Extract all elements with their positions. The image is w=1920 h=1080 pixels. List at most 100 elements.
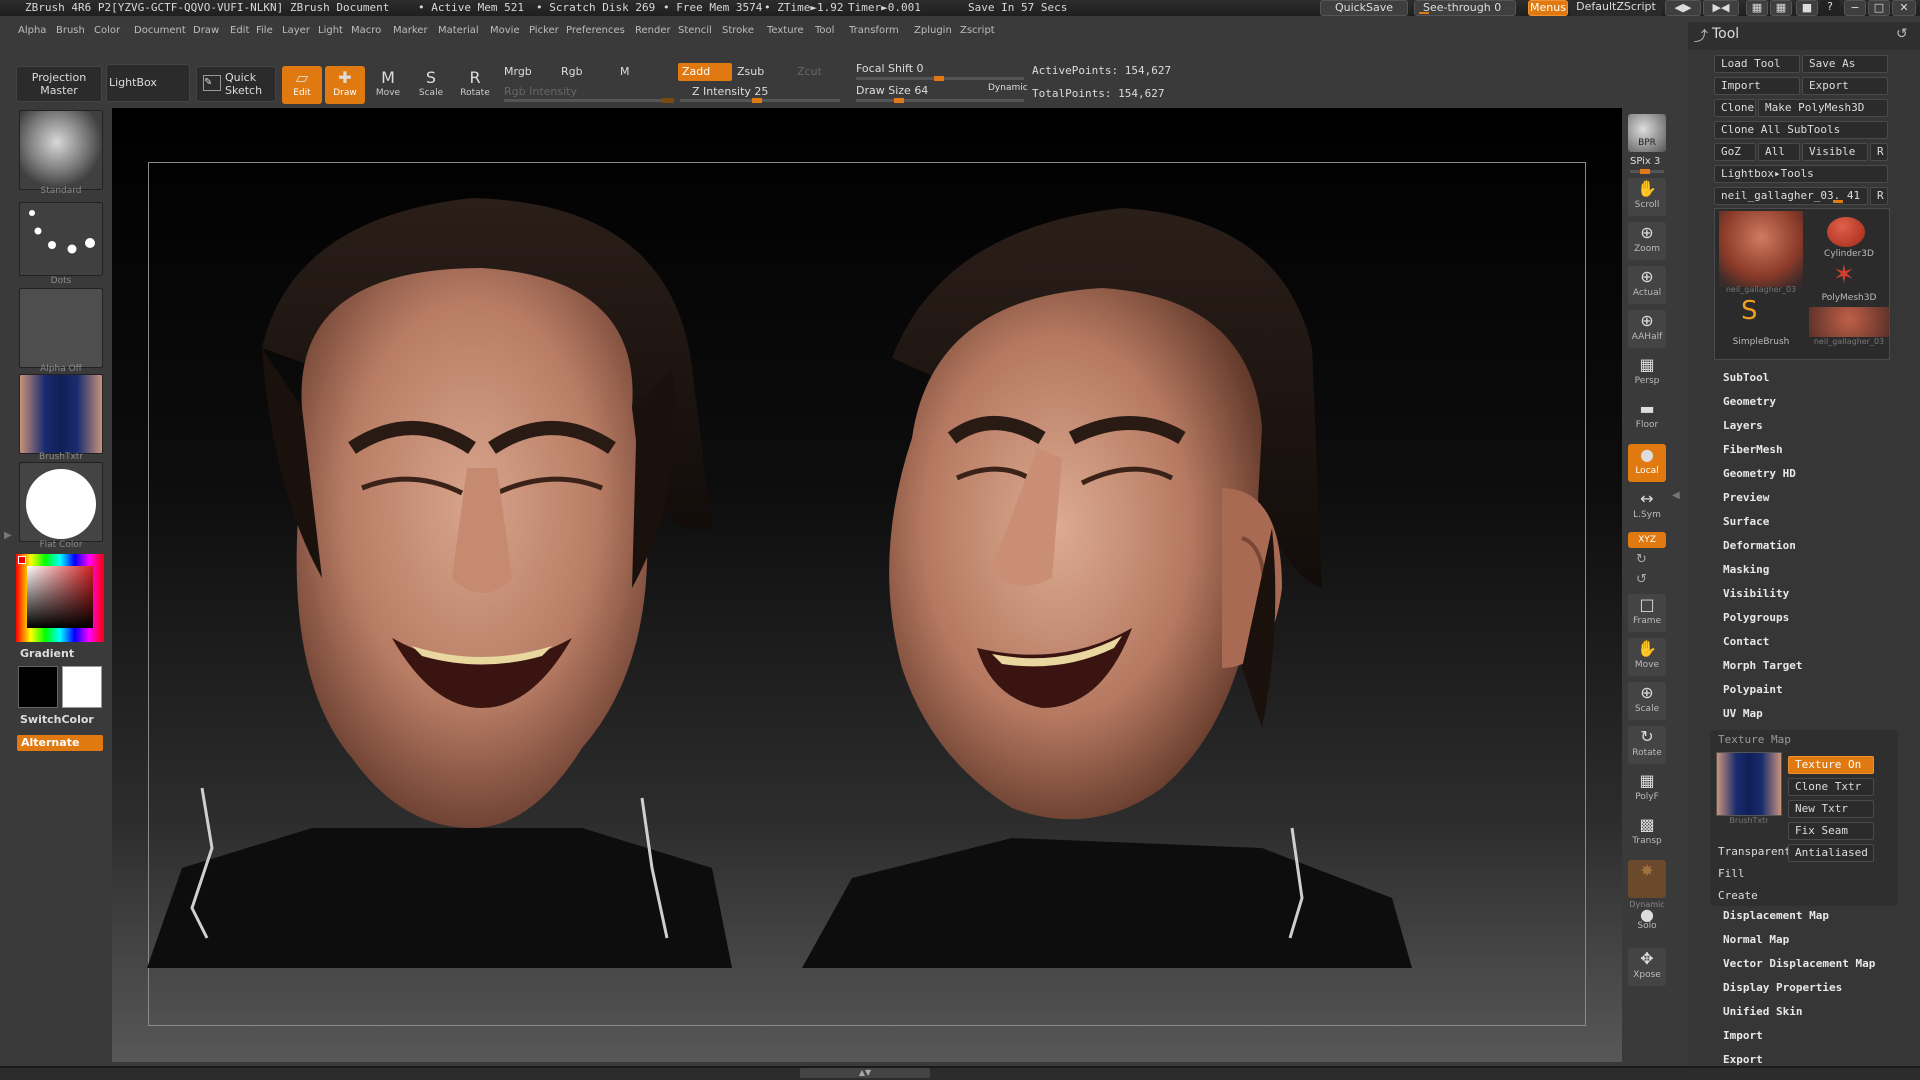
frame-button[interactable]: □ Frame [1628,594,1666,632]
menu-geometry[interactable]: Geometry [1723,395,1776,408]
refresh-icon[interactable]: ↺ [1896,26,1908,42]
export-button[interactable]: Export [1802,77,1888,95]
menu-masking[interactable]: Masking [1723,563,1769,576]
material-thumbnail[interactable] [19,462,103,542]
right-tray-collapse-icon[interactable]: ◀ [1672,490,1680,550]
clone-button[interactable]: Clone [1714,99,1756,117]
menu-brush[interactable]: Brush [56,25,85,36]
menu-movie[interactable]: Movie [490,25,520,36]
draw-size-slider[interactable] [856,98,1024,103]
menu-geometry-hd[interactable]: Geometry HD [1723,467,1796,480]
rotate-button[interactable]: R Rotate [455,66,495,104]
draw-button[interactable]: ✚ Draw [325,66,365,104]
menu-vector-displacement-map[interactable]: Vector Displacement Map [1723,957,1875,970]
goz-all-button[interactable]: All [1758,143,1800,161]
document-canvas[interactable] [112,108,1622,1062]
primary-color-swatch[interactable] [18,666,58,708]
scale-button[interactable]: S Scale [411,66,451,104]
stroke-thumbnail[interactable] [19,202,103,276]
fill-button[interactable]: Fill [1712,866,1874,884]
actual-button[interactable]: ⊕ Actual [1628,266,1666,304]
menu-deformation[interactable]: Deformation [1723,539,1796,552]
ghost-button[interactable]: ✸ [1628,860,1666,898]
menu-marker[interactable]: Marker [393,25,428,36]
menu-preview[interactable]: Preview [1723,491,1769,504]
move-view-button[interactable]: ✋ Move [1628,638,1666,676]
left-tray-collapse-icon[interactable]: ▶ [4,530,12,590]
texture-on-button[interactable]: Texture On [1788,756,1874,774]
menu-export-sub[interactable]: Export [1723,1053,1763,1066]
menu-normal-map[interactable]: Normal Map [1723,933,1789,946]
tool-thumb-cylinder[interactable] [1827,217,1865,247]
brush-thumbnail[interactable] [19,110,103,190]
lsym-button[interactable]: ↔ L.Sym [1628,488,1666,526]
menu-file[interactable]: File [256,25,273,36]
menu-layer[interactable]: Layer [282,25,310,36]
zadd-button[interactable]: Zadd [678,63,732,81]
menu-subtool[interactable]: SubTool [1723,371,1769,384]
tool-thumb-simplebrush-icon[interactable]: S [1741,297,1758,325]
quicksave-button[interactable]: QuickSave [1320,0,1408,16]
layout-right-icon[interactable]: ▶◀ [1703,0,1739,16]
focal-shift-slider[interactable] [856,76,1024,81]
minimize-icon[interactable]: − [1844,0,1866,16]
alpha-thumbnail[interactable] [19,288,103,368]
menu-color[interactable]: Color [94,25,120,36]
rotate-y-icon[interactable]: ↻ [1636,552,1647,567]
menu-render[interactable]: Render [635,25,671,36]
create-button[interactable]: Create [1712,888,1874,906]
mrgb-button[interactable]: Mrgb [504,65,532,78]
menu-surface[interactable]: Surface [1723,515,1769,528]
menu-edit[interactable]: Edit [230,25,249,36]
switchcolor-button[interactable]: SwitchColor [20,713,94,726]
color-picker-square[interactable] [27,566,93,628]
save-as-button[interactable]: Save As [1802,55,1888,73]
goz-button[interactable]: GoZ [1714,143,1756,161]
model-viewport[interactable] [112,108,1622,1062]
z-intensity-slider[interactable] [680,98,840,103]
pin-icon[interactable]: ⤴ [1694,26,1708,46]
zoom-button[interactable]: ⊕ Zoom [1628,222,1666,260]
tool-thumb-polymesh-star-icon[interactable]: ✶ [1833,261,1855,289]
spix-label[interactable]: SPix 3 [1630,156,1660,167]
default-zscript-button[interactable]: DefaultZScript [1570,0,1662,16]
rotate-z-icon[interactable]: ↺ [1636,572,1647,587]
menu-import-sub[interactable]: Import [1723,1029,1763,1042]
quick-sketch-button[interactable]: ✎ Quick Sketch [196,66,276,102]
menu-polypaint[interactable]: Polypaint [1723,683,1783,696]
solo-button[interactable]: Dynamic ● Solo [1628,900,1666,938]
menu-preferences[interactable]: Preferences [566,25,625,36]
texture-thumbnail[interactable] [19,374,103,454]
menu-contact[interactable]: Contact [1723,635,1769,648]
zcut-button[interactable]: Zcut [797,65,822,78]
load-tool-button[interactable]: Load Tool [1714,55,1800,73]
see-through-slider[interactable]: See-through 0 [1414,0,1516,16]
layout-icon-3[interactable]: ■ [1796,0,1818,16]
bottom-tray-toggle-icon[interactable]: ▲▼ [800,1068,930,1078]
menu-tool[interactable]: Tool [815,25,834,36]
clone-all-subtools-button[interactable]: Clone All SubTools [1714,121,1888,139]
layout-icon-1[interactable]: ▦ [1746,0,1768,16]
menu-polygroups[interactable]: Polygroups [1723,611,1789,624]
persp-button[interactable]: ▦ Persp [1628,354,1666,392]
menu-displacement-map[interactable]: Displacement Map [1723,909,1829,922]
gradient-label[interactable]: Gradient [20,647,74,660]
projection-master-button[interactable]: Projection Master [16,66,102,102]
alternate-button[interactable]: Alternate [17,735,103,751]
menu-stencil[interactable]: Stencil [678,25,712,36]
tool-palette-header[interactable]: ⤴ Tool ↺ [1688,22,1920,50]
secondary-color-swatch[interactable] [62,666,102,708]
transp-button[interactable]: ▩ Transp [1628,814,1666,852]
import-button[interactable]: Import [1714,77,1800,95]
new-txtr-button[interactable]: New Txtr [1788,800,1874,818]
scale-view-button[interactable]: ⊕ Scale [1628,682,1666,720]
menu-zplugin[interactable]: Zplugin [914,25,952,36]
rgb-button[interactable]: Rgb [561,65,583,78]
menu-stroke[interactable]: Stroke [722,25,754,36]
menu-unified-skin[interactable]: Unified Skin [1723,1005,1802,1018]
dynamic-button[interactable]: Dynamic [988,83,1028,93]
help-icon[interactable]: ? [1820,0,1840,16]
menu-alpha[interactable]: Alpha [18,25,46,36]
layout-icon-2[interactable]: ▦ [1770,0,1792,16]
tool-thumb-neil-1[interactable] [1719,211,1803,287]
